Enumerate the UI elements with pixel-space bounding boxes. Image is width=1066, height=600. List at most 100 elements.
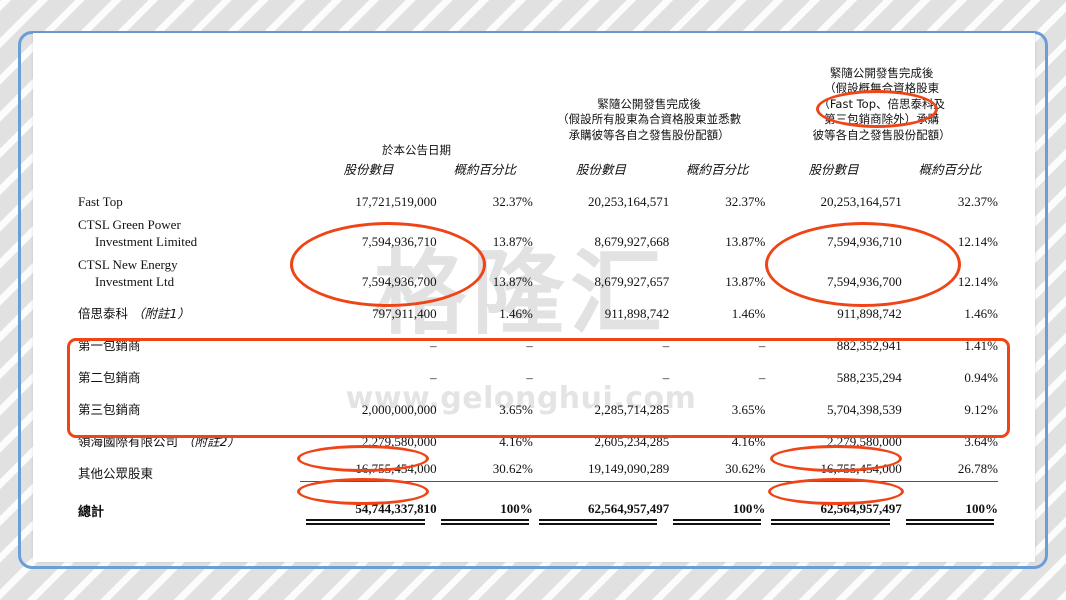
total-percent-1-value: 100% bbox=[500, 500, 533, 516]
total-percent-2: 100% bbox=[669, 482, 766, 525]
row-label-text: Fast Top bbox=[78, 193, 123, 209]
double-rule bbox=[771, 518, 890, 525]
row-percent-3: 9.12% bbox=[964, 401, 998, 417]
header-group-3-line2: （假設概無合資格股東 bbox=[824, 81, 940, 95]
row-shares-2: – bbox=[662, 369, 670, 385]
row-percent-2: – bbox=[758, 337, 766, 353]
row-shares-2: 8,679,927,668 bbox=[594, 233, 670, 249]
row-label-text: 第三包銷商 bbox=[78, 401, 141, 417]
header-blank bbox=[78, 55, 300, 143]
row-shares-3: 911,898,742 bbox=[837, 305, 902, 321]
row-label-line2: Investment Limited bbox=[95, 233, 198, 249]
total-percent-2-value: 100% bbox=[732, 500, 766, 516]
header-group-1: 於本公告日期 bbox=[382, 143, 452, 157]
header-group-2-line2: （假設所有股東為合資格股東並悉數 bbox=[557, 112, 742, 126]
shareholding-table: 緊隨公開發售完成後 （假設所有股東為合資格股東並悉數 承購彼等各自之發售股份配額… bbox=[78, 55, 998, 525]
table-body: Fast Top 17,721,519,000 32.37% 20,253,16… bbox=[78, 178, 998, 525]
row-label-note: （附註1） bbox=[131, 305, 190, 321]
row-percent-1: 30.62% bbox=[436, 449, 533, 482]
row-label: 第一包銷商 bbox=[78, 322, 300, 354]
row-percent-2: – bbox=[758, 369, 766, 385]
row-percent-2: 13.87% bbox=[725, 233, 766, 249]
header-row-subcolumns: 股份數目 概約百分比 股份數目 概約百分比 股份數目 概約百分比 bbox=[78, 159, 998, 178]
row-percent-2: 32.37% bbox=[725, 193, 766, 209]
row-label: Fast Top bbox=[78, 178, 300, 210]
row-percent-1: 13.87% bbox=[492, 233, 533, 249]
header-group-2: 緊隨公開發售完成後 （假設所有股東為合資格股東並悉數 承購彼等各自之發售股份配額… bbox=[533, 55, 766, 143]
row-percent-3: 12.14% bbox=[957, 273, 998, 289]
header-row-group3: 緊隨公開發售完成後 （假設所有股東為合資格股東並悉數 承購彼等各自之發售股份配額… bbox=[78, 55, 998, 143]
row-shares-2: – bbox=[662, 337, 670, 353]
row-percent-3: 1.46% bbox=[964, 305, 998, 321]
row-label: CTSL Green Power Investment Limited bbox=[78, 210, 300, 250]
table-row: 領海國際有限公司 （附註2） 2,279,580,000 4.16% 2,605… bbox=[78, 418, 998, 450]
row-percent-2: 13.87% bbox=[725, 273, 766, 289]
row-percent-3: 26.78% bbox=[901, 449, 998, 482]
double-rule bbox=[440, 518, 529, 525]
row-label: 第二包銷商 bbox=[78, 354, 300, 386]
row-percent-1: 1.46% bbox=[499, 305, 533, 321]
row-percent-1: 13.87% bbox=[492, 273, 533, 289]
table-row: 倍思泰科 （附註1） 797,911,400 1.46% 911,898,742… bbox=[78, 290, 998, 322]
header-shares-3: 股份數目 bbox=[808, 162, 859, 177]
row-shares-1: 2,279,580,000 bbox=[361, 433, 437, 449]
row-label-text: 其他公眾股東 bbox=[78, 465, 154, 481]
row-label: 倍思泰科 （附註1） bbox=[78, 290, 300, 322]
total-shares-1-value: 54,744,337,810 bbox=[355, 500, 437, 516]
row-percent-1: – bbox=[526, 337, 533, 353]
header-group-3-line1: 緊隨公開發售完成後 bbox=[829, 65, 934, 80]
row-label: 其他公眾股東 bbox=[78, 450, 300, 482]
header-blank-5 bbox=[78, 159, 300, 178]
row-percent-1: 32.37% bbox=[492, 193, 533, 209]
row-shares-2: 8,679,927,657 bbox=[594, 273, 670, 289]
row-label: 領海國際有限公司 （附註2） bbox=[78, 418, 300, 450]
header-percent-1: 概約百分比 bbox=[453, 162, 516, 177]
row-percent-2: 1.46% bbox=[731, 305, 766, 321]
row-label: 第三包銷商 bbox=[78, 386, 300, 418]
total-shares-3-value: 62,564,957,497 bbox=[820, 500, 902, 516]
total-shares-2-value: 62,564,957,497 bbox=[587, 500, 670, 516]
total-label: 總計 bbox=[78, 504, 105, 520]
row-shares-2: 911,898,742 bbox=[604, 305, 670, 321]
row-shares-2: 2,285,714,285 bbox=[594, 401, 670, 417]
header-group-3-line5: 彼等各自之發售股份配額） bbox=[812, 127, 951, 142]
row-percent-3: 0.94% bbox=[964, 369, 998, 385]
row-shares-3: 882,352,941 bbox=[836, 337, 902, 353]
row-percent-3: 1.41% bbox=[964, 337, 998, 353]
row-shares-1: – bbox=[430, 369, 437, 385]
total-shares-1: 54,744,337,810 bbox=[300, 482, 437, 525]
double-rule bbox=[306, 518, 425, 525]
row-shares-1: 797,911,400 bbox=[372, 305, 437, 321]
row-shares-3: 16,755,454,000 bbox=[765, 449, 902, 482]
row-percent-3: 3.64% bbox=[964, 433, 998, 449]
row-percent-2: 30.62% bbox=[669, 449, 766, 482]
header-shares-1: 股份數目 bbox=[343, 162, 394, 177]
header-shares-2: 股份數目 bbox=[576, 162, 627, 177]
row-shares-3: 20,253,164,571 bbox=[820, 193, 902, 209]
document-sheet: 格隆汇 www.gelonghui.com 緊隨公開發售完成後 （假設所有股東為… bbox=[33, 33, 1035, 562]
row-shares-3: 2,279,580,000 bbox=[827, 433, 902, 449]
table-row: CTSL New Energy Investment Ltd 7,594,936… bbox=[78, 250, 998, 290]
shareholding-table-container: 緊隨公開發售完成後 （假設所有股東為合資格股東並悉數 承購彼等各自之發售股份配額… bbox=[33, 33, 1035, 562]
header-blank-3 bbox=[533, 143, 766, 159]
header-group-3-line4: 第三包銷商除外）承購 bbox=[824, 112, 940, 126]
row-label-text: 第一包銷商 bbox=[78, 337, 141, 353]
header-percent-3: 概約百分比 bbox=[918, 162, 982, 177]
row-label-line2: Investment Ltd bbox=[95, 273, 175, 289]
total-shares-3: 62,564,957,497 bbox=[765, 482, 902, 525]
double-rule bbox=[673, 518, 762, 525]
total-percent-1: 100% bbox=[437, 482, 533, 525]
total-shares-2: 62,564,957,497 bbox=[533, 482, 670, 525]
header-group-3: 緊隨公開發售完成後 （假設概無合資格股東 （Fast Top、倍思泰科及 第三包… bbox=[765, 55, 998, 143]
row-shares-1: 7,594,936,700 bbox=[361, 273, 437, 289]
row-shares-2: 2,605,234,285 bbox=[594, 433, 670, 449]
row-shares-1: 17,721,519,000 bbox=[355, 193, 437, 209]
header-blank-2 bbox=[78, 143, 300, 159]
header-group-3-line3: （Fast Top、倍思泰科及 bbox=[818, 96, 946, 111]
header-blank-4 bbox=[765, 143, 998, 159]
double-rule bbox=[538, 518, 658, 525]
header-row-group1: 於本公告日期 bbox=[78, 143, 998, 159]
table-row: 第三包銷商 2,000,000,000 3.65% 2,285,714,285 … bbox=[78, 386, 998, 418]
row-shares-1: 16,755,454,000 bbox=[300, 449, 437, 482]
table-header: 緊隨公開發售完成後 （假設所有股東為合資格股東並悉數 承購彼等各自之發售股份配額… bbox=[78, 55, 998, 178]
